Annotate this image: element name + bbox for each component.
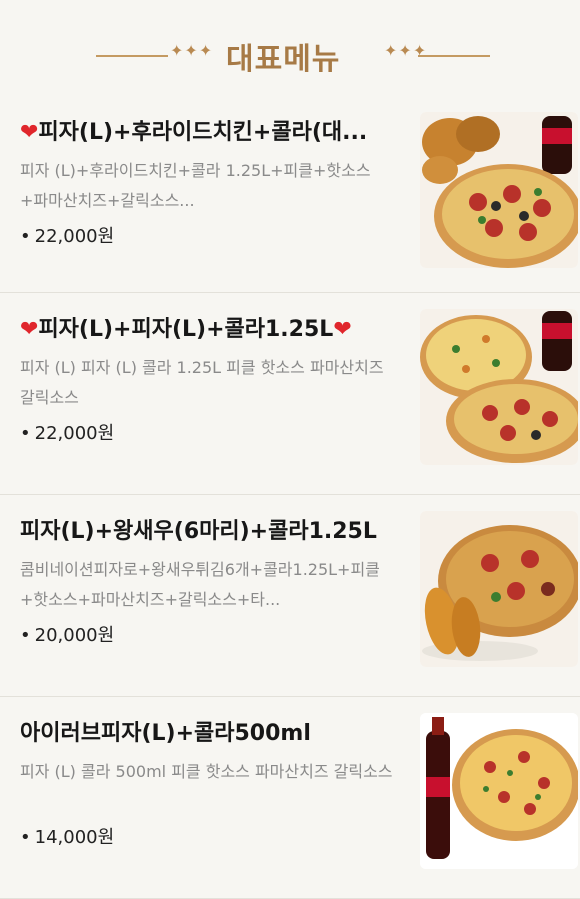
menu-item-description: 피자 (L) 콜라 500ml 피클 핫소스 파마산치즈 갈릭소스 xyxy=(20,762,393,781)
menu-item[interactable]: ❤피자(L)+피자(L)+콜라1.25L❤ 피자 (L) 피자 (L) 콜라 1… xyxy=(0,293,580,495)
header-deco-right-icon: ✦✦✦ xyxy=(384,41,428,60)
menu-item[interactable]: 피자(L)+왕새우(6마리)+콜라1.25L 콤비네이션피자로+왕새우튀김6개+… xyxy=(0,495,580,697)
menu-item-title: ❤피자(L)+피자(L)+콜라1.25L❤ xyxy=(20,317,352,342)
menu-item-description: 피자 (L) 피자 (L) 콜라 1.25L 피클 핫소스 파마산치즈 갈릭소스 xyxy=(20,358,384,407)
menu-item-price: • 14,000원 xyxy=(20,827,115,848)
pizza-cola-bottle-photo xyxy=(420,713,578,869)
header-divider-left xyxy=(96,55,168,57)
heart-icon: ❤ xyxy=(20,317,39,342)
menu-item-description: 피자 (L)+후라이드치킨+콜라 1.25L+피클+핫소스+파마산치즈+갈릭소스… xyxy=(20,161,371,210)
menu-item-title: ❤피자(L)+후라이드치킨+콜라(대... xyxy=(20,120,368,145)
header-deco-left-icon: ✦✦✦ xyxy=(170,41,214,60)
heart-icon: ❤ xyxy=(333,317,352,342)
menu-item[interactable]: ❤피자(L)+후라이드치킨+콜라(대... 피자 (L)+후라이드치킨+콜라 1… xyxy=(0,96,580,293)
header-divider-right xyxy=(418,55,490,57)
pizza-chicken-cola-photo xyxy=(420,112,578,268)
menu-item-price: • 22,000원 xyxy=(20,226,115,247)
pizza-fried-shrimp-photo xyxy=(420,511,578,667)
heart-icon: ❤ xyxy=(20,120,39,145)
menu-list: ❤피자(L)+후라이드치킨+콜라(대... 피자 (L)+후라이드치킨+콜라 1… xyxy=(0,96,580,899)
menu-item-title: 피자(L)+왕새우(6마리)+콜라1.25L xyxy=(20,519,377,544)
menu-item-price: • 20,000원 xyxy=(20,625,115,646)
section-header: ✦✦✦ 대표메뉴 ✦✦✦ xyxy=(0,0,580,96)
menu-item[interactable]: 아이러브피자(L)+콜라500ml 피자 (L) 콜라 500ml 피클 핫소스… xyxy=(0,697,580,899)
section-title: 대표메뉴 xyxy=(226,42,341,77)
menu-item-price: • 22,000원 xyxy=(20,423,115,444)
menu-item-title: 아이러브피자(L)+콜라500ml xyxy=(20,721,311,746)
two-pizzas-cola-photo xyxy=(420,309,578,465)
menu-item-description: 콤비네이션피자로+왕새우튀김6개+콜라1.25L+피클+핫소스+파마산치즈+갈릭… xyxy=(20,560,380,609)
